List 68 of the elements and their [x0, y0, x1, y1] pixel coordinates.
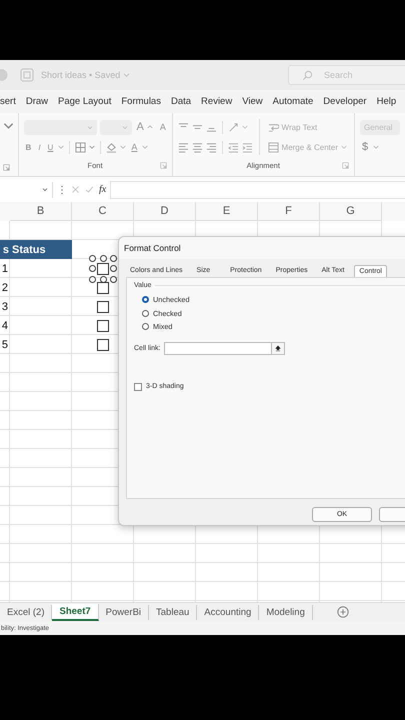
add-sheet-icon[interactable] — [336, 606, 349, 618]
ribbon-tab[interactable]: Page Layout — [58, 96, 112, 107]
caret-icon[interactable] — [373, 144, 380, 150]
cancel-icon[interactable] — [71, 185, 80, 194]
wrap-icon — [268, 122, 279, 132]
orientation-icon[interactable] — [228, 122, 239, 132]
search-icon — [302, 70, 313, 81]
document-icon[interactable] — [20, 68, 34, 82]
table-cell-text: 5 — [0, 338, 9, 352]
more-icon[interactable]: ⋮ — [57, 184, 67, 196]
caret-up-icon — [146, 124, 153, 129]
caret-icon — [341, 144, 347, 150]
collapse-button[interactable] — [271, 342, 286, 354]
table-cell-text: 3 — [0, 300, 9, 314]
ribbon-tab[interactable]: Developer — [323, 96, 367, 107]
borders-icon[interactable] — [75, 142, 86, 152]
caret-icon[interactable] — [120, 144, 126, 150]
column-header[interactable]: B — [10, 202, 72, 221]
column-header[interactable]: D — [134, 202, 196, 221]
column-header[interactable]: G — [320, 202, 382, 221]
decrease-indent-icon[interactable] — [228, 142, 239, 152]
table-cell-text: 4 — [0, 318, 9, 334]
ribbon-tab[interactable]: sert — [0, 96, 16, 107]
ribbon-tab[interactable]: View — [242, 96, 263, 107]
cell-link-field[interactable] — [164, 342, 272, 354]
launcher-icon[interactable] — [160, 162, 167, 169]
column-header[interactable]: E — [196, 202, 258, 221]
launcher-icon[interactable] — [3, 164, 10, 171]
ribbon-tab[interactable]: Review — [201, 96, 232, 107]
sheet-tab[interactable]: PowerBi — [98, 604, 150, 620]
upload-arrow-icon — [274, 344, 282, 352]
ribbon-tab[interactable]: Help — [376, 96, 396, 107]
insert-function-button[interactable]: fx — [99, 184, 106, 195]
caret-icon — [42, 188, 48, 192]
merge-icon — [268, 142, 279, 152]
sheet-tab[interactable]: Modeling — [259, 604, 313, 620]
table-header-cell: Status — [10, 240, 72, 259]
caret-icon[interactable] — [89, 144, 96, 150]
table-cell-text: 1 — [0, 262, 9, 276]
ribbon-tab[interactable]: Data — [170, 96, 192, 107]
caret-icon[interactable] — [142, 144, 148, 150]
font-name-field[interactable] — [24, 120, 97, 134]
dialog-title: Format Control — [119, 237, 405, 259]
check-icon[interactable] — [85, 185, 94, 194]
table-cell-text: 2 — [0, 280, 9, 296]
font-size-field[interactable] — [100, 120, 132, 134]
sheet-tab[interactable]: Tableau — [149, 604, 198, 620]
align-left-icon[interactable] — [178, 142, 189, 152]
fill-color-icon[interactable] — [106, 142, 118, 152]
column-header[interactable]: F — [258, 202, 320, 221]
align-center-icon[interactable] — [192, 142, 203, 152]
column-header[interactable]: C — [72, 202, 134, 221]
sheet-tab[interactable]: Sheet7 — [52, 604, 99, 620]
caret-icon[interactable] — [123, 72, 130, 78]
align-right-icon[interactable] — [206, 142, 217, 152]
sheet-tab[interactable]: Accounting — [197, 604, 260, 620]
increase-indent-icon[interactable] — [242, 142, 253, 152]
caret-icon — [86, 126, 93, 130]
ribbon-tab[interactable]: Formulas — [121, 96, 161, 107]
caret-icon[interactable] — [58, 144, 64, 150]
ribbon-tab[interactable]: Automate — [272, 96, 314, 107]
caret-icon — [122, 126, 128, 130]
selected-checkbox[interactable] — [89, 254, 117, 282]
launcher-icon[interactable] — [342, 162, 349, 169]
formula-field[interactable] — [110, 180, 405, 198]
caret-icon[interactable] — [242, 124, 248, 130]
table-header-cell: s — [0, 240, 10, 259]
ribbon-tab[interactable]: Draw — [26, 96, 48, 107]
